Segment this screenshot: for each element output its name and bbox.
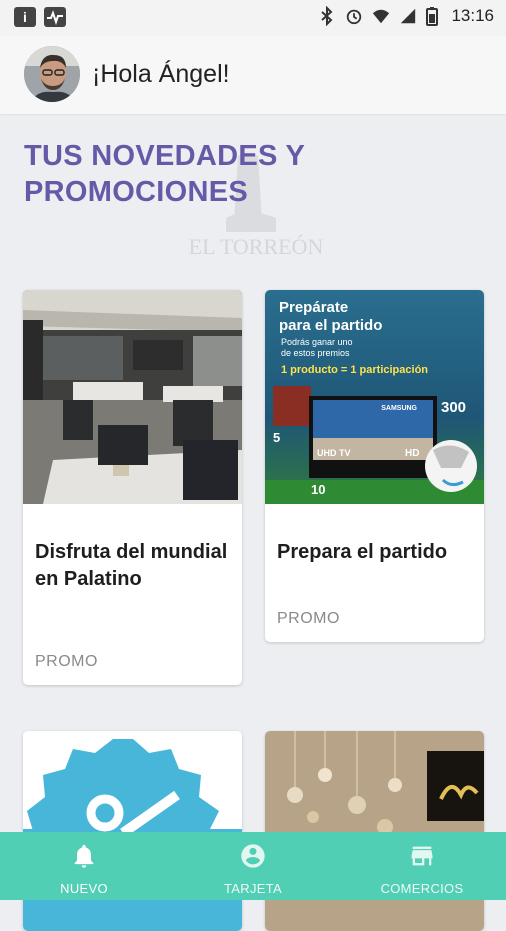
card-tag: PROMO: [35, 653, 98, 670]
discount-badge-image: [23, 731, 242, 931]
alarm-icon: [347, 9, 362, 25]
promo-card-palatino[interactable]: Disfruta del mundial en Palatino PROMO: [23, 290, 242, 685]
bottom-navigation: NUEVO TARJETA COMERCIOS: [0, 832, 506, 900]
nav-nuevo[interactable]: NUEVO: [0, 832, 168, 900]
restaurant-terrace-image: [23, 290, 242, 504]
prize-5: 5: [273, 430, 280, 445]
nav-comercios[interactable]: COMERCIOS: [338, 832, 506, 900]
promo-card-lights[interactable]: [265, 731, 484, 931]
section-title: TUS NOVEDADES Y PROMOCIONES: [24, 140, 305, 208]
nav-label: NUEVO: [60, 881, 108, 896]
bell-icon: [74, 844, 94, 868]
nav-tarjeta[interactable]: TARJETA: [168, 832, 338, 900]
match-promo-image: Prepárate para el partido Podrás ganar u…: [265, 290, 484, 504]
app-header: ¡Hola Ángel!: [0, 36, 506, 114]
wifi-icon: [373, 9, 390, 24]
status-bar: i 13:16: [0, 0, 506, 36]
tv-hd: HD: [405, 448, 419, 459]
tv-uhd: UHD TV: [317, 448, 351, 458]
card-title: Disfruta del mundial en Palatino: [35, 541, 228, 590]
promo-headline-2: para el partido: [279, 317, 382, 334]
tv-brand: SAMSUNG: [381, 405, 417, 412]
prize-10: 10: [311, 482, 325, 497]
greeting: ¡Hola Ángel!: [92, 60, 230, 88]
promo-headline-1: Prepárate: [279, 299, 348, 316]
decorations-image: [265, 731, 484, 931]
store-icon: [411, 846, 433, 866]
nav-label: TARJETA: [224, 881, 282, 896]
promo-sub-1: Podrás ganar uno: [281, 337, 353, 347]
brand-watermark-text: EL TORREÓN: [189, 234, 324, 259]
card-title: Prepara el partido: [277, 541, 448, 563]
promo-card-discount[interactable]: [23, 731, 242, 931]
account-circle-icon: [241, 844, 265, 868]
avatar[interactable]: [24, 46, 80, 102]
promo-sub-2: de estos premios: [281, 348, 350, 358]
card-tag: PROMO: [277, 610, 340, 627]
nav-label: COMERCIOS: [380, 881, 464, 896]
info-icon: i: [14, 7, 36, 27]
prize-300: 300: [441, 399, 466, 416]
promo-rule: 1 producto = 1 participación: [281, 364, 428, 376]
battery-icon: [426, 7, 439, 26]
bluetooth-icon: [321, 6, 333, 26]
activity-icon: [44, 7, 66, 27]
status-time: 13:16: [451, 6, 494, 25]
promo-card-partido[interactable]: Prepárate para el partido Podrás ganar u…: [265, 290, 484, 642]
signal-icon: [401, 8, 416, 24]
